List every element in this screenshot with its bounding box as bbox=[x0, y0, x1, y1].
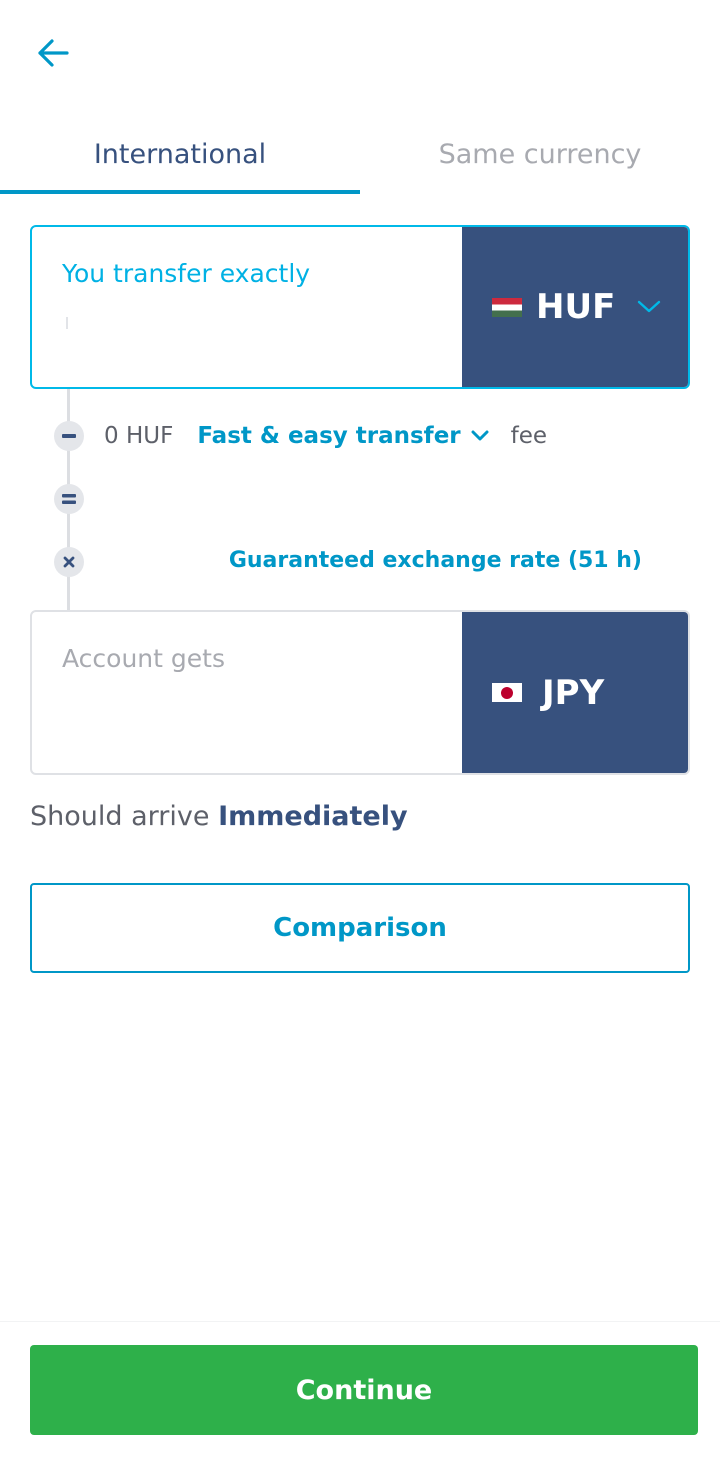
receive-currency-code: JPY bbox=[542, 672, 605, 713]
fee-amount: 0 HUF bbox=[104, 423, 174, 449]
arrival-prefix: Should arrive bbox=[30, 801, 210, 832]
chevron-down-icon bbox=[637, 300, 661, 314]
receive-currency-selector[interactable]: JPY bbox=[462, 612, 688, 773]
send-currency-code: HUF bbox=[536, 287, 616, 327]
arrow-left-icon bbox=[38, 39, 69, 67]
send-currency-selector[interactable]: HUF bbox=[462, 227, 688, 387]
hungary-flag-icon bbox=[492, 297, 522, 317]
tab-same-currency[interactable]: Same currency bbox=[360, 112, 720, 196]
continue-button[interactable]: Continue bbox=[30, 1345, 698, 1435]
arrival-estimate: Should arrive Immediately bbox=[30, 801, 408, 832]
guaranteed-rate-link[interactable]: Guaranteed exchange rate (51 h) bbox=[229, 548, 642, 573]
minus-icon bbox=[54, 421, 84, 451]
receive-amount-label: Account gets bbox=[62, 644, 225, 673]
japan-flag-icon bbox=[492, 683, 522, 702]
arrival-value: Immediately bbox=[218, 801, 408, 832]
back-button[interactable] bbox=[30, 30, 76, 76]
comparison-button[interactable]: Comparison bbox=[30, 883, 690, 973]
text-cursor bbox=[66, 317, 68, 329]
send-amount-field[interactable]: You transfer exactly HUF bbox=[30, 225, 690, 389]
tab-international[interactable]: International bbox=[0, 112, 360, 196]
fee-suffix: fee bbox=[510, 423, 548, 449]
equals-icon bbox=[54, 484, 84, 514]
send-amount-label: You transfer exactly bbox=[62, 259, 311, 288]
active-tab-indicator bbox=[0, 190, 360, 194]
fee-row: 0 HUF Fast & easy transfer fee bbox=[104, 421, 547, 451]
fee-type-selector[interactable]: Fast & easy transfer bbox=[197, 423, 460, 449]
multiply-icon bbox=[54, 547, 84, 577]
transfer-type-tabs: International Same currency bbox=[0, 112, 720, 196]
fee-chevron-down-icon[interactable] bbox=[471, 430, 489, 442]
receive-amount-field[interactable]: Account gets JPY bbox=[30, 610, 690, 775]
